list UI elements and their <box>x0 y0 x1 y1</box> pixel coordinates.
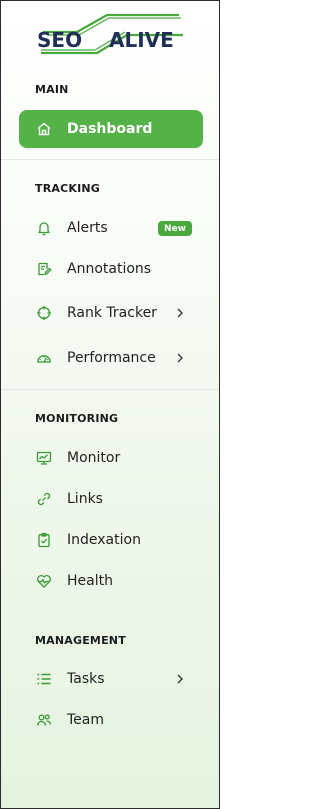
nav-label-performance: Performance <box>67 350 156 366</box>
divider <box>1 389 219 390</box>
nav-label-dashboard: Dashboard <box>67 121 153 137</box>
heart-pulse-icon <box>35 572 53 590</box>
nav-label-rank-tracker: Rank Tracker <box>67 305 157 321</box>
nav-label-annotations: Annotations <box>67 261 152 277</box>
list-icon <box>35 670 53 688</box>
home-icon <box>35 120 53 138</box>
sidebar: SEO ALIVE MAIN Dashboard TRACKING Alerts… <box>0 0 220 809</box>
nav-label-health: Health <box>67 573 113 589</box>
nav-item-rank-tracker[interactable]: Rank Tracker <box>19 294 203 332</box>
nav-item-tasks[interactable]: Tasks <box>19 660 203 698</box>
users-icon <box>35 711 53 729</box>
seo-alive-logo[interactable]: SEO ALIVE <box>35 11 185 55</box>
speedometer-icon <box>35 349 53 367</box>
crosshair-icon <box>35 304 53 322</box>
divider <box>1 159 219 160</box>
section-title-main: MAIN <box>35 83 69 96</box>
section-title-management: MANAGEMENT <box>35 634 126 647</box>
nav-label-tasks: Tasks <box>67 671 105 687</box>
nav-label-indexation: Indexation <box>67 532 141 548</box>
nav-item-dashboard[interactable]: Dashboard <box>19 110 203 148</box>
chevron-right-icon <box>177 674 183 684</box>
nav-item-team[interactable]: Team <box>19 701 203 739</box>
nav-item-alerts[interactable]: Alerts New <box>19 209 203 247</box>
clipboard-check-icon <box>35 531 53 549</box>
new-badge: New <box>158 221 192 236</box>
section-title-monitoring: MONITORING <box>35 412 119 425</box>
note-edit-icon <box>35 260 53 278</box>
nav-item-indexation[interactable]: Indexation <box>19 521 203 559</box>
chevron-right-icon <box>177 353 183 363</box>
link-icon <box>35 490 53 508</box>
nav-label-alerts: Alerts <box>67 220 108 236</box>
chevron-right-icon <box>177 308 183 318</box>
logo-text-alive: ALIVE <box>109 28 174 52</box>
nav-item-links[interactable]: Links <box>19 480 203 518</box>
monitor-icon <box>35 449 53 467</box>
nav-label-monitor: Monitor <box>67 450 121 466</box>
nav-label-team: Team <box>67 712 105 728</box>
nav-label-links: Links <box>67 491 103 507</box>
nav-item-performance[interactable]: Performance <box>19 339 203 377</box>
bell-icon <box>35 219 53 237</box>
section-title-tracking: TRACKING <box>35 182 101 195</box>
nav-item-annotations[interactable]: Annotations <box>19 250 203 288</box>
logo-text-seo: SEO <box>37 28 82 52</box>
nav-item-health[interactable]: Health <box>19 562 203 600</box>
nav-item-monitor[interactable]: Monitor <box>19 439 203 477</box>
